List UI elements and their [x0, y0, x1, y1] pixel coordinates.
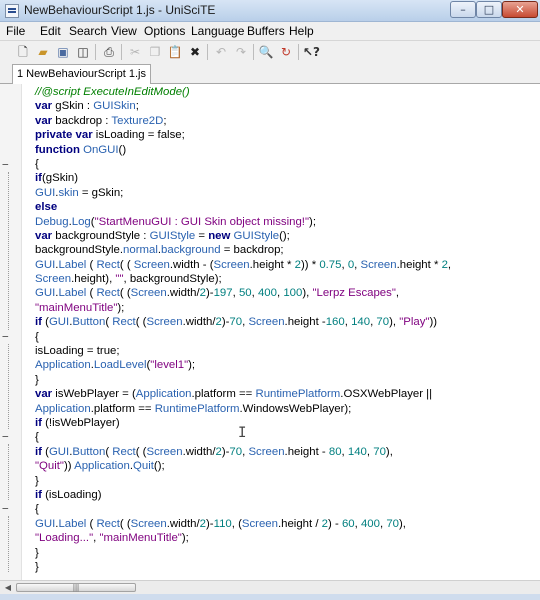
- code-line: {: [35, 431, 39, 444]
- code-line: }: [35, 373, 39, 386]
- print-icon[interactable]: ⎙: [101, 44, 117, 60]
- code-line: private var isLoading = false;: [35, 129, 185, 142]
- menu-language[interactable]: Language: [191, 24, 244, 38]
- code-line: {: [35, 330, 39, 343]
- new-file-icon[interactable]: 🗋: [15, 44, 31, 60]
- code-line: if(gSkin): [35, 172, 79, 185]
- code-line: GUI.Label ( Rect( (Screen.width/2)-110, …: [35, 517, 406, 530]
- fold-marker[interactable]: −: [2, 158, 16, 172]
- save-icon[interactable]: ▣: [55, 44, 71, 60]
- tab-newbehaviourscript[interactable]: 1 NewBehaviourScript 1.js: [12, 64, 152, 84]
- code-line: //@script ExecuteInEditMode(): [35, 86, 190, 98]
- title-bar: NewBehaviourScript 1.js - UniSciTE – □ ✕: [0, 0, 540, 22]
- find-icon[interactable]: 🔍: [258, 44, 274, 60]
- code-line: }: [35, 474, 39, 487]
- menu-file[interactable]: File: [6, 24, 25, 38]
- code-line: "Loading...", "mainMenuTitle");: [35, 532, 189, 545]
- maximize-button[interactable]: □: [476, 1, 502, 18]
- copy-icon[interactable]: ❐: [147, 44, 163, 60]
- code-line: {: [35, 503, 39, 516]
- scrollbar-thumb[interactable]: |||: [16, 583, 136, 592]
- fold-marker[interactable]: −: [2, 430, 16, 444]
- code-line: var backgroundStyle : GUIStyle = new GUI…: [35, 229, 290, 242]
- code-line: var backdrop : Texture2D;: [35, 114, 167, 127]
- code-line: }: [35, 546, 39, 559]
- menu-buffers[interactable]: Buffers: [247, 24, 285, 38]
- code-line: else: [35, 201, 58, 214]
- window-frame-bottom: [0, 594, 540, 600]
- code-line: Debug.Log("StartMenuGUI : GUI Skin objec…: [35, 215, 316, 228]
- menu-options[interactable]: Options: [144, 24, 185, 38]
- paste-icon[interactable]: 📋: [167, 44, 183, 60]
- fold-line: [8, 172, 9, 330]
- code-line: var gSkin : GUISkin;: [35, 100, 139, 113]
- open-folder-icon[interactable]: ▰: [35, 44, 51, 60]
- code-line: GUI.Label ( Rect( ( Screen.width - (Scre…: [35, 258, 452, 271]
- code-line: Application.LoadLevel("level1");: [35, 359, 196, 372]
- fold-margin[interactable]: − − − −: [0, 84, 22, 580]
- menu-help[interactable]: Help: [289, 24, 314, 38]
- toolbar-separator: [121, 44, 122, 60]
- code-line: "Quit")) Application.Quit();: [35, 460, 165, 473]
- menu-view[interactable]: View: [111, 24, 137, 38]
- code-line: {: [35, 157, 39, 170]
- code-line: isLoading = true;: [35, 345, 120, 358]
- tab-bar: 1 NewBehaviourScript 1.js: [0, 63, 540, 84]
- scroll-left-icon[interactable]: ◀: [1, 582, 15, 594]
- undo-icon[interactable]: ↶: [213, 44, 229, 60]
- code-line: if (isLoading): [35, 488, 102, 501]
- menu-bar: File Edit Search View Options Language B…: [0, 22, 540, 41]
- toolbar: 🗋 ▰ ▣ ◫ ⎙ ✂ ❐ 📋 ✖ ↶ ↷ 🔍 ↻ ↖?: [0, 41, 540, 63]
- text-cursor-icon: Ι: [238, 425, 247, 441]
- app-icon: [5, 4, 19, 18]
- code-line: }: [35, 560, 39, 573]
- code-line: GUI.Label ( Rect( (Screen.width/2)-197, …: [35, 287, 400, 300]
- replace-icon[interactable]: ↻: [278, 44, 294, 60]
- toolbar-separator: [95, 44, 96, 60]
- code-line: backgroundStyle.normal.background = back…: [35, 244, 284, 257]
- menu-edit[interactable]: Edit: [40, 24, 61, 38]
- toolbar-separator: [298, 44, 299, 60]
- window-title: NewBehaviourScript 1.js - UniSciTE: [24, 3, 216, 17]
- fold-line: [8, 516, 9, 572]
- code-line: "mainMenuTitle");: [35, 301, 125, 314]
- code-line: function OnGUI(): [35, 143, 127, 156]
- code-line: GUI.skin = gSkin;: [35, 186, 124, 199]
- toolbar-separator: [207, 44, 208, 60]
- minimize-button[interactable]: –: [450, 1, 476, 18]
- code-area[interactable]: //@script ExecuteInEditMode() var gSkin …: [35, 85, 540, 574]
- fold-marker[interactable]: −: [2, 330, 16, 344]
- redo-icon[interactable]: ↷: [233, 44, 249, 60]
- fold-line: [8, 444, 9, 500]
- code-editor[interactable]: − − − − //@script ExecuteInEditMode() va…: [0, 84, 540, 580]
- code-line: var isWebPlayer = (Application.platform …: [35, 388, 433, 401]
- fold-line: [8, 344, 9, 429]
- help-icon[interactable]: ↖?: [303, 44, 320, 60]
- horizontal-scrollbar[interactable]: ◀ |||: [0, 580, 540, 594]
- close-button[interactable]: ✕: [502, 1, 538, 18]
- code-line: Application.platform == RuntimePlatform.…: [35, 402, 352, 415]
- code-line: if (!isWebPlayer): [35, 416, 120, 429]
- code-line: Screen.height), "", backgroundStyle);: [35, 273, 222, 286]
- delete-icon[interactable]: ✖: [187, 44, 203, 60]
- code-line: if (GUI.Button( Rect( (Screen.width/2)-7…: [35, 316, 438, 329]
- save-as-icon[interactable]: ◫: [75, 44, 91, 60]
- code-line: if (GUI.Button( Rect( (Screen.width/2)-7…: [35, 445, 393, 458]
- menu-search[interactable]: Search: [69, 24, 107, 38]
- toolbar-separator: [253, 44, 254, 60]
- fold-marker[interactable]: −: [2, 502, 16, 516]
- cut-icon[interactable]: ✂: [127, 44, 143, 60]
